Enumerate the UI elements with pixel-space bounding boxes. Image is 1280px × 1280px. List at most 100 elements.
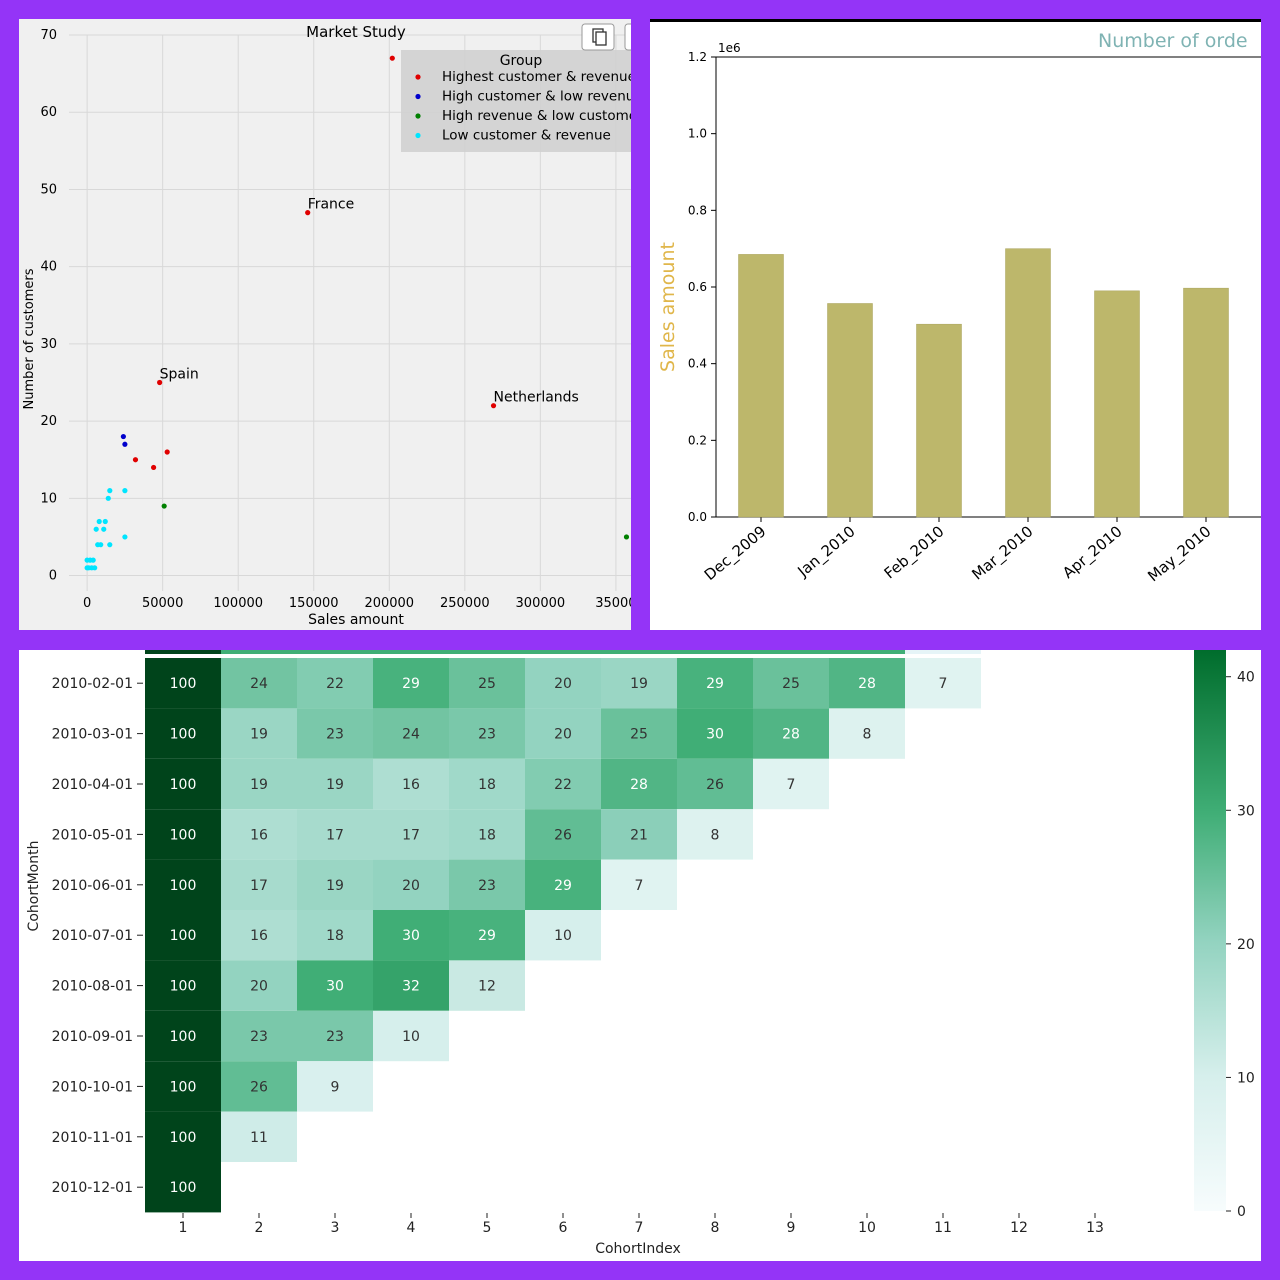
bar-y-tick-label: 0.4 <box>688 357 707 371</box>
copy-icon[interactable] <box>581 23 615 51</box>
heatmap-row-labels: 2010-02-01 2010-03-01 2010-04-01 2010-05-01… <box>52 676 143 1196</box>
scatter-point <box>101 526 107 532</box>
heatmap-cell-value: 100 <box>170 1130 197 1146</box>
legend-entry-label: Low customer & revenue <box>442 128 611 144</box>
bar-chart-title: Number of orde <box>1098 30 1248 52</box>
heatmap-cell-value: 100 <box>170 1180 197 1196</box>
bar <box>916 323 962 518</box>
bar-x-tick-label: Feb_2010 <box>881 522 949 583</box>
heatmap-cell-value: 9 <box>331 1079 340 1095</box>
scatter-x-tick-label: 50000 <box>142 596 183 611</box>
heatmap-row-label: 2010-06-01 <box>52 878 133 894</box>
bar-y-tick-label: 1.2 <box>688 50 707 64</box>
heatmap-cell-value: 24 <box>402 727 420 743</box>
bar-y-tick-label: 0.8 <box>688 203 707 217</box>
heatmap-cell-value: 16 <box>250 928 268 944</box>
scatter-annotations: France Spain Netherlands <box>160 197 579 406</box>
colorbar-tick-label: 10 <box>1237 1070 1255 1086</box>
scatter-point <box>105 495 111 501</box>
legend-title: Group <box>500 53 543 69</box>
colorbar-ticks: 0 10 20 30 40 <box>1226 670 1255 1220</box>
heatmap-cell-value: 28 <box>858 676 876 692</box>
heatmap-cell-value: 21 <box>630 827 648 843</box>
heatmap-row-label: 2010-08-01 <box>52 979 133 995</box>
heatmap-col-label: 2 <box>255 1220 264 1236</box>
heatmap-cell-value: 100 <box>170 928 197 944</box>
scatter-x-tick-label: 200000 <box>364 596 414 611</box>
heatmap-cell-partial <box>905 650 981 654</box>
heatmap-y-axis-label: CohortMonth <box>26 841 42 932</box>
scatter-point <box>98 542 104 548</box>
heatmap-cell-value: 100 <box>170 777 197 793</box>
heatmap-cell-value: 8 <box>863 727 872 743</box>
scatter-point <box>623 534 630 540</box>
bar-offset-label: 1e6 <box>718 41 741 55</box>
heatmap-cell-value: 17 <box>250 878 268 894</box>
heatmap-cell-value: 100 <box>170 878 197 894</box>
heatmap-cell-value: 30 <box>402 928 420 944</box>
heatmap-cell-value: 12 <box>478 979 496 995</box>
bar <box>1005 248 1051 518</box>
bar-series <box>738 248 1229 518</box>
heatmap-cell-value: 100 <box>170 727 197 743</box>
heatmap-cell-value: 23 <box>250 1029 268 1045</box>
colorbar <box>1194 650 1226 1211</box>
scatter-x-tick-label: 100000 <box>213 596 263 611</box>
scatter-y-tick-label: 20 <box>40 414 57 429</box>
toolbar-button-icon[interactable] <box>624 23 631 51</box>
scatter-y-tick-label: 10 <box>40 491 57 506</box>
heatmap-col-label: 8 <box>711 1220 720 1236</box>
scatter-point <box>107 488 113 494</box>
top-border <box>650 19 1261 22</box>
heatmap-cell-partial <box>221 650 297 654</box>
colorbar-tick-label: 40 <box>1237 670 1255 686</box>
bar-x-tick-label: Mar_2010 <box>968 522 1037 584</box>
heatmap-cell-value: 100 <box>170 827 197 843</box>
scatter-point <box>132 457 139 463</box>
heatmap-cell-value: 25 <box>782 676 800 692</box>
heatmap-cell-value: 19 <box>250 777 268 793</box>
scatter-x-tick-label: 250000 <box>440 596 490 611</box>
colorbar-tick-label: 30 <box>1237 803 1255 819</box>
heatmap-cell-value: 25 <box>478 676 496 692</box>
legend-marker <box>415 74 421 80</box>
heatmap-cell-value: 28 <box>630 777 648 793</box>
heatmap-cell-value: 100 <box>170 676 197 692</box>
colorbar-tick-label: 20 <box>1237 937 1255 953</box>
heatmap-cell-value: 29 <box>478 928 496 944</box>
bar-axes <box>711 56 1261 522</box>
heatmap-cell-partial <box>829 650 905 654</box>
heatmap-cell-value: 8 <box>711 827 720 843</box>
scatter-point <box>93 526 99 532</box>
heatmap-cell-value: 100 <box>170 979 197 995</box>
heatmap-cell-value: 10 <box>554 928 572 944</box>
heatmap-cell-value: 22 <box>554 777 572 793</box>
heatmap-cell-value: 30 <box>706 727 724 743</box>
heatmap-cell-partial <box>373 650 449 654</box>
heatmap-cell-value: 20 <box>402 878 420 894</box>
heatmap-cell-value: 22 <box>326 676 344 692</box>
heatmap-col-label: 6 <box>559 1220 568 1236</box>
scatter-point <box>90 557 96 563</box>
heatmap-cell-value: 26 <box>250 1079 268 1095</box>
scatter-annotation: Netherlands <box>494 390 579 406</box>
heatmap-cell-value: 23 <box>478 727 496 743</box>
heatmap-col-label: 5 <box>483 1220 492 1236</box>
heatmap-cell-value: 29 <box>402 676 420 692</box>
scatter-y-tick-label: 0 <box>49 569 57 584</box>
cohort-heatmap-chart: 100 24 22 29 25 20 19 29 25 28 7100 19 23 24 23 20 25 30 2… <box>26 650 1255 1257</box>
scatter-point <box>151 464 157 471</box>
heatmap-column-labels: 1 2 3 4 5 6 7 8 9 10 11 12 13 <box>179 1213 1104 1236</box>
scatter-point <box>122 488 128 494</box>
heatmap-col-label: 1 <box>179 1220 188 1236</box>
heatmap-cell-value: 19 <box>326 878 344 894</box>
heatmap-cell-value: 100 <box>170 1079 197 1095</box>
heatmap-col-label: 10 <box>858 1220 876 1236</box>
bar-y-axis-label: Sales amount <box>657 242 679 372</box>
bar-plot-frame <box>715 56 1261 518</box>
scatter-y-tick-label: 70 <box>40 28 57 43</box>
heatmap-col-label: 3 <box>331 1220 340 1236</box>
scatter-legend: Group Highest customer & revenue High cus… <box>401 50 631 152</box>
market-study-panel: Market Study Sales amount Number of cust… <box>19 19 631 630</box>
heatmap-row-label: 2010-03-01 <box>52 727 133 743</box>
